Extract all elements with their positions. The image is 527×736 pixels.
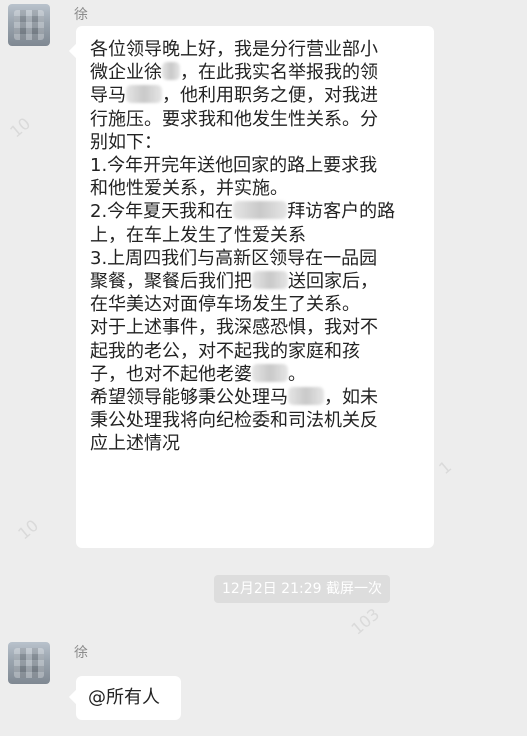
message-text-segment: 应上述情况 [90, 433, 180, 455]
message-line: 在华美达对面停车场发生了关系。 [90, 293, 420, 316]
redaction-blur [233, 201, 288, 220]
message-text-segment: 和他性爱关系，并实施。 [90, 178, 288, 200]
message-text-segment: ，在此我实名举报我的领 [180, 62, 378, 84]
message-line: 3.上周四我们与高新区领导在一品园 [90, 247, 420, 270]
redaction-blur [126, 85, 162, 104]
message-text-segment: 微企业徐 [90, 62, 162, 84]
message-text-segment: 导马 [90, 85, 126, 107]
message-text-segment: 。 [288, 363, 306, 385]
message-line: 上，在车上发生了性爱关系 [90, 224, 420, 247]
message-text-segment: 起我的老公，对不起我的家庭和孩 [90, 340, 360, 362]
avatar-blur [14, 648, 44, 678]
watermark-text: 10 [6, 113, 35, 142]
watermark-text: 10 [14, 515, 43, 544]
message-text-segment: ，如未 [324, 387, 378, 409]
message-line: 子，也对不起他老婆 。 [90, 363, 420, 386]
message-text-segment: 行施压。要求我和他发生性关系。分 [90, 108, 378, 130]
message-text-segment: ，他利用职务之便，对我进 [162, 85, 378, 107]
message-bubble[interactable]: 各位领导晚上好，我是分行营业部小 微企业徐 ，在此我实名举报我的领导马 ，他利用职务之… [68, 26, 434, 548]
message-text-segment: 聚餐，聚餐后我们把 [90, 271, 252, 293]
message-text-segment: @所有人 [88, 687, 160, 708]
message-line: 应上述情况 [90, 432, 420, 455]
message-line: 微企业徐 ，在此我实名举报我的领 [90, 61, 420, 84]
message-line: 行施压。要求我和他发生性关系。分 [90, 108, 420, 131]
message-text-segment: 子，也对不起他老婆 [90, 363, 252, 385]
message-text-segment: 拜访客户的路 [287, 201, 396, 223]
message-text: @所有人 [88, 686, 169, 709]
message-bubble[interactable]: @所有人 [68, 676, 181, 720]
chat-screen: 10 1 10 10 103 1 徐 各位领导晚上好，我是分行营业部小微企业徐，… [0, 0, 527, 736]
redaction-blur [252, 271, 288, 290]
message-line: 2.今年夏天我和在 拜访客户的路 [90, 200, 420, 223]
message-line: @所有人 [88, 686, 169, 709]
sender-name: 徐 [74, 645, 88, 661]
redaction-blur [252, 363, 288, 382]
message-text-segment: 2.今年夏天我和在 [90, 201, 234, 223]
message-text-segment: 对于上述事件，我深感恐惧，我对不 [90, 317, 378, 339]
sender-name: 徐 [74, 7, 88, 23]
message-line: 聚餐，聚餐后我们把 送回家后， [90, 270, 420, 293]
avatar-blur [14, 10, 44, 40]
redaction-blur [288, 387, 324, 406]
message-text-segment: 上，在车上发生了性爱关系 [90, 224, 306, 246]
bubble-tail [68, 43, 84, 59]
message-text-segment: 各位领导晚上好，我是分行营业部小 [90, 39, 378, 60]
message-line: 1.今年开完年送他回家的路上要求我 [90, 154, 420, 177]
message-line: 对于上述事件，我深感恐惧，我对不 [90, 316, 420, 339]
avatar[interactable] [8, 4, 50, 46]
message-text-segment: 3.上周四我们与高新区领导在一品园 [90, 247, 378, 269]
message-text-segment: 希望领导能够秉公处理马 [90, 387, 288, 409]
message-line: 起我的老公，对不起我的家庭和孩 [90, 340, 420, 363]
message-line: 别如下： [90, 131, 420, 154]
message-text-segment: 1.今年开完年送他回家的路上要求我 [90, 155, 378, 177]
redaction-blur [162, 62, 180, 81]
message-line: 和他性爱关系，并实施。 [90, 177, 420, 200]
message-line: 希望领导能够秉公处理马 ，如未 [90, 386, 420, 409]
message-text-segment: 秉公处理我将向纪检委和司法机关反 [90, 410, 378, 432]
message-line: 各位领导晚上好，我是分行营业部小 [90, 38, 420, 61]
message-text: 各位领导晚上好，我是分行营业部小 微企业徐 ，在此我实名举报我的领导马 ，他利用职务之… [90, 38, 420, 456]
bubble-tail [68, 689, 84, 705]
message-timestamp: 12月2日 21:29 截屏一次 [214, 575, 390, 603]
message-line: 导马 ，他利用职务之便，对我进 [90, 84, 420, 107]
message-line: 秉公处理我将向纪检委和司法机关反 [90, 409, 420, 432]
message-text-segment: 送回家后， [288, 271, 378, 293]
message-text-segment: 别如下： [90, 131, 162, 153]
watermark-text: 103 [347, 604, 384, 639]
message-text-segment: 在华美达对面停车场发生了关系。 [90, 294, 360, 316]
avatar[interactable] [8, 642, 50, 684]
watermark-text: 1 [435, 456, 456, 479]
